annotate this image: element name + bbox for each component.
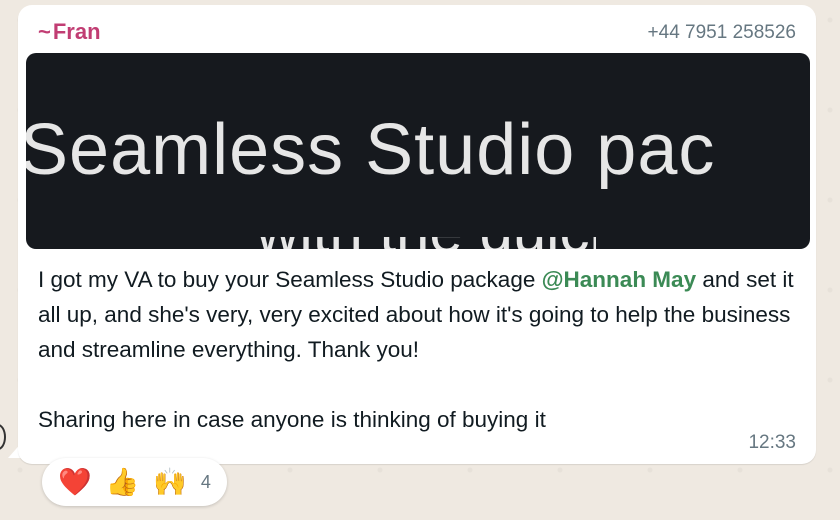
sender-name[interactable]: ~Fran [38,19,101,45]
message-text-part1: I got my VA to buy your Seamless Studio … [38,267,542,292]
mention-link[interactable]: @Hannah May [542,267,696,292]
message-text: I got my VA to buy your Seamless Studio … [38,262,798,437]
link-preview-image[interactable]: Seamless Studio pac with the quick [26,53,810,249]
sender-tilde: ~ [38,19,51,44]
thumbs-up-reaction-icon: 👍 [105,466,140,497]
reaction-count: 4 [200,471,211,492]
message-bubble[interactable]: ~Fran +44 7951 258526 Seamless Studio pa… [18,5,816,464]
heart-reaction-icon: ❤️ [58,466,92,497]
sender-name-text: Fran [52,19,101,44]
message-text-part3: Sharing here in case anyone is thinking … [38,407,546,432]
message-time: 12:33 [748,432,796,453]
preview-image-text: Seamless Studio pac [26,110,716,190]
raised-hands-reaction-icon: 🙌 [153,466,187,497]
preview-image-cut-text-content: with the quick [256,237,596,249]
sender-phone: +44 7951 258526 [647,22,796,43]
preview-image-cut-text: with the quick [256,237,596,249]
reactions-bar[interactable]: ❤️ 👍 🙌 4 [42,458,227,506]
